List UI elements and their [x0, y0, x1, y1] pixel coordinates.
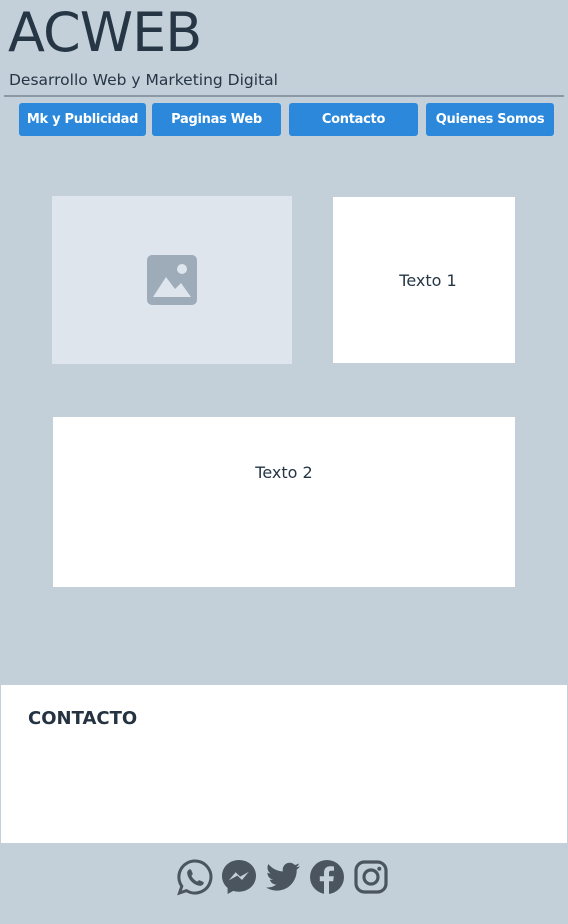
text-box-2: Texto 2	[53, 417, 515, 587]
whatsapp-icon[interactable]	[176, 858, 214, 896]
text-box-2-label: Texto 2	[255, 463, 313, 482]
nav-button-quienes-somos[interactable]: Quienes Somos	[426, 103, 554, 136]
messenger-icon[interactable]	[220, 858, 258, 896]
social-links	[0, 858, 568, 898]
twitter-icon[interactable]	[264, 858, 302, 896]
image-placeholder	[52, 196, 292, 364]
facebook-icon[interactable]	[308, 858, 346, 896]
nav-button-mk-publicidad[interactable]: Mk y Publicidad	[19, 103, 146, 136]
contact-title: CONTACTO	[28, 708, 138, 729]
nav-button-paginas-web[interactable]: Paginas Web	[152, 103, 281, 136]
site-subtitle: Desarrollo Web y Marketing Digital	[9, 71, 278, 89]
contact-section: CONTACTO	[1, 685, 567, 843]
header-divider	[4, 95, 564, 97]
instagram-icon[interactable]	[352, 858, 390, 896]
image-placeholder-icon	[147, 255, 197, 305]
nav-button-contacto[interactable]: Contacto	[289, 103, 418, 136]
text-box-1-label: Texto 1	[399, 270, 457, 290]
page: ACWEB Desarrollo Web y Marketing Digital…	[0, 0, 568, 924]
site-title[interactable]: ACWEB	[8, 6, 202, 60]
text-box-1: Texto 1	[333, 197, 515, 363]
